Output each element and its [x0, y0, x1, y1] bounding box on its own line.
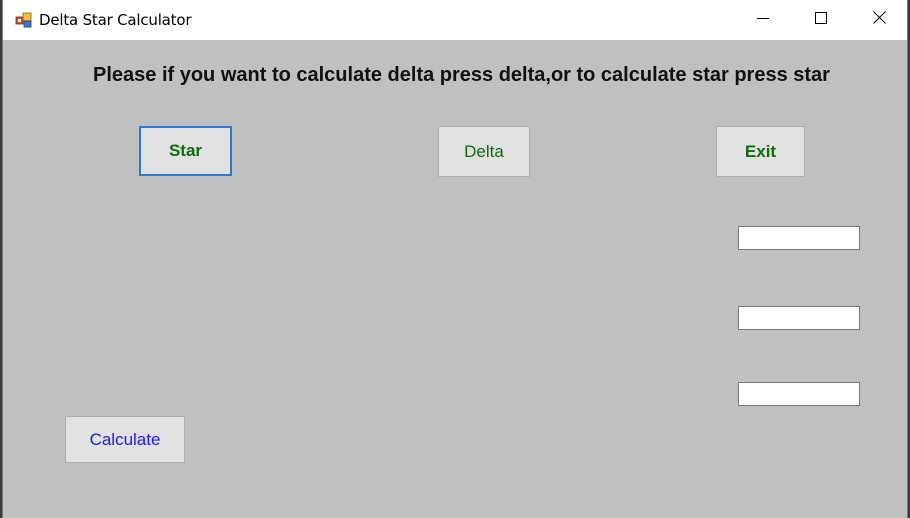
- value-field-3[interactable]: [738, 382, 860, 406]
- title-bar[interactable]: Delta Star Calculator: [3, 0, 907, 40]
- value-field-2[interactable]: [738, 306, 860, 330]
- app-icon: [15, 11, 33, 29]
- value-field-1[interactable]: [738, 226, 860, 250]
- instructions-label: Please if you want to calculate delta pr…: [93, 64, 830, 86]
- close-button[interactable]: [850, 0, 908, 40]
- delta-button[interactable]: Delta: [438, 126, 530, 177]
- maximize-icon: [815, 11, 827, 29]
- close-icon: [872, 11, 886, 29]
- minimize-button[interactable]: [734, 0, 792, 40]
- maximize-button[interactable]: [792, 0, 850, 40]
- exit-button[interactable]: Exit: [716, 126, 805, 177]
- calculate-button[interactable]: Calculate: [65, 416, 185, 463]
- minimize-icon: [757, 11, 769, 29]
- star-button[interactable]: Star: [139, 126, 232, 176]
- app-window: Delta Star Calculator Please if you want…: [2, 0, 908, 518]
- window-title: Delta Star Calculator: [39, 11, 192, 29]
